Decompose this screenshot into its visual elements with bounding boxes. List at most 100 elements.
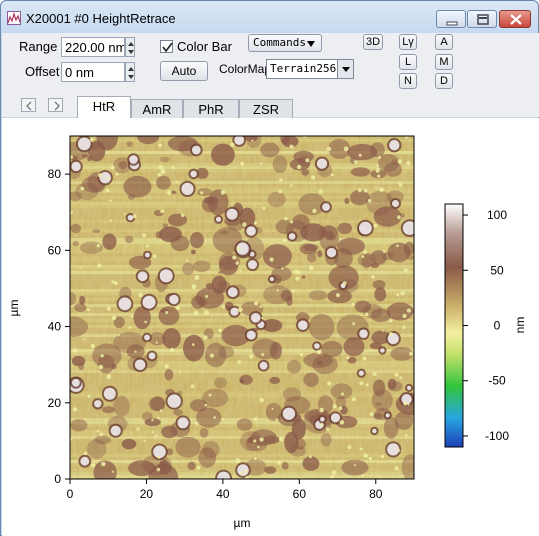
- particle-peak: [177, 417, 189, 429]
- surface-feature: [280, 289, 293, 302]
- auto-button[interactable]: Auto: [160, 61, 208, 81]
- colorbar-tick-label: -50: [488, 374, 506, 388]
- particle-peak: [234, 136, 245, 145]
- chevron-down-icon: [307, 41, 315, 47]
- small-grain: [138, 292, 143, 298]
- small-grain: [407, 403, 410, 406]
- particle-peak: [227, 287, 238, 298]
- small-grain: [276, 289, 279, 292]
- surface-feature: [337, 237, 365, 255]
- small-grain: [105, 188, 110, 193]
- n-button[interactable]: N: [399, 73, 417, 89]
- particle-peak: [216, 216, 221, 222]
- surface-feature: [191, 249, 196, 255]
- small-grain: [165, 311, 169, 314]
- small-grain: [205, 295, 209, 298]
- small-grain: [259, 437, 264, 442]
- small-grain: [409, 351, 414, 356]
- surface-feature: [218, 346, 235, 359]
- small-grain: [259, 162, 262, 165]
- d-button[interactable]: D: [435, 73, 453, 89]
- small-grain: [86, 308, 90, 312]
- restore-button[interactable]: [467, 10, 497, 28]
- particle-peak: [191, 145, 201, 155]
- small-grain: [171, 165, 175, 170]
- l-button[interactable]: L: [399, 54, 417, 70]
- small-grain: [261, 353, 265, 356]
- small-grain: [158, 143, 163, 148]
- surface-feature: [300, 223, 327, 242]
- small-grain: [155, 434, 158, 438]
- small-grain: [396, 244, 399, 248]
- small-grain: [96, 244, 100, 248]
- surface-feature: [371, 389, 393, 412]
- log-y-button[interactable]: Lγ: [399, 34, 417, 50]
- checkmark-icon: [162, 42, 173, 53]
- small-grain: [400, 291, 405, 296]
- surface-feature: [182, 262, 194, 276]
- small-grain: [208, 393, 212, 397]
- particle-peak: [392, 200, 399, 207]
- tab-htr[interactable]: HtR: [77, 96, 131, 119]
- small-grain: [404, 434, 408, 437]
- colormap-select[interactable]: Terrain256: [266, 59, 354, 79]
- small-grain: [178, 371, 182, 374]
- surface-feature: [301, 275, 306, 279]
- x-tick-label: 60: [293, 487, 307, 501]
- a-button[interactable]: A: [435, 34, 453, 50]
- small-grain: [279, 437, 284, 442]
- minimize-button[interactable]: [436, 10, 466, 28]
- range-stepper[interactable]: [125, 37, 135, 57]
- surface-feature: [199, 428, 209, 438]
- title-bar[interactable]: X20001 #0 HeightRetrace: [1, 1, 538, 33]
- particle-peak: [359, 221, 372, 235]
- small-grain: [402, 313, 407, 319]
- small-grain: [190, 384, 195, 389]
- offset-input[interactable]: 0 nm: [61, 62, 125, 82]
- offset-stepper[interactable]: [125, 62, 135, 82]
- small-grain: [269, 257, 274, 262]
- small-grain: [343, 146, 349, 152]
- small-grain: [396, 293, 400, 297]
- particle-peak: [217, 471, 230, 479]
- surface-feature: [205, 283, 214, 289]
- small-grain: [79, 266, 82, 269]
- afm-height-image[interactable]: 0 20 40 60 80 020406080 µm µm 100500-50-100 …: [2, 118, 539, 536]
- small-grain: [159, 409, 163, 412]
- particle-peak: [407, 385, 412, 390]
- small-grain: [281, 267, 284, 270]
- small-grain: [200, 191, 204, 195]
- tab-zsr[interactable]: ZSR: [239, 99, 293, 119]
- small-grain: [115, 172, 119, 176]
- small-grain: [352, 322, 356, 326]
- small-grain: [372, 371, 377, 376]
- range-input[interactable]: 220.00 nm: [61, 37, 125, 57]
- small-grain: [369, 412, 374, 417]
- tab-phr[interactable]: PhR: [183, 99, 239, 119]
- small-grain: [72, 348, 77, 353]
- 3d-button[interactable]: 3D: [363, 34, 383, 50]
- tab-amr[interactable]: AmR: [131, 99, 183, 119]
- small-grain: [87, 394, 91, 398]
- commands-button[interactable]: Commands: [248, 34, 322, 52]
- small-grain: [99, 432, 104, 437]
- small-grain: [253, 417, 258, 421]
- particle-peak: [144, 334, 150, 341]
- surface-feature: [81, 154, 89, 158]
- particle-peak: [71, 161, 81, 172]
- prev-tab-button[interactable]: [21, 98, 36, 112]
- next-tab-button[interactable]: [48, 98, 63, 112]
- surface-feature: [375, 402, 382, 407]
- y-axis-label: µm: [7, 300, 21, 317]
- surface-feature: [269, 376, 281, 384]
- small-grain: [175, 180, 178, 183]
- small-grain: [296, 270, 301, 275]
- small-grain: [271, 407, 274, 410]
- small-grain: [180, 213, 185, 218]
- m-button[interactable]: M: [435, 54, 453, 70]
- surface-feature: [267, 191, 286, 208]
- surface-feature: [341, 459, 369, 476]
- small-grain: [128, 326, 132, 329]
- colorbar-checkbox[interactable]: [160, 40, 173, 53]
- close-button[interactable]: [499, 10, 531, 28]
